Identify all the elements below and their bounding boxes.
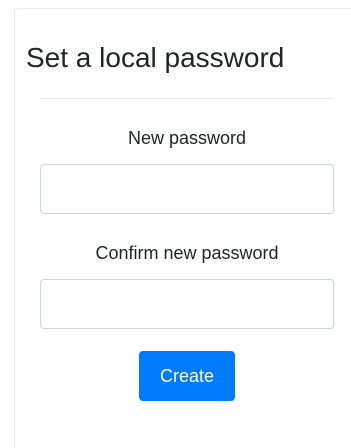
create-button[interactable]: Create xyxy=(139,351,235,401)
confirm-password-input[interactable] xyxy=(40,279,334,329)
confirm-password-label: Confirm new password xyxy=(95,243,279,263)
title-divider xyxy=(40,98,333,99)
new-password-input[interactable] xyxy=(40,164,334,214)
page-title: Set a local password xyxy=(26,42,285,73)
new-password-label: New password xyxy=(127,128,247,148)
